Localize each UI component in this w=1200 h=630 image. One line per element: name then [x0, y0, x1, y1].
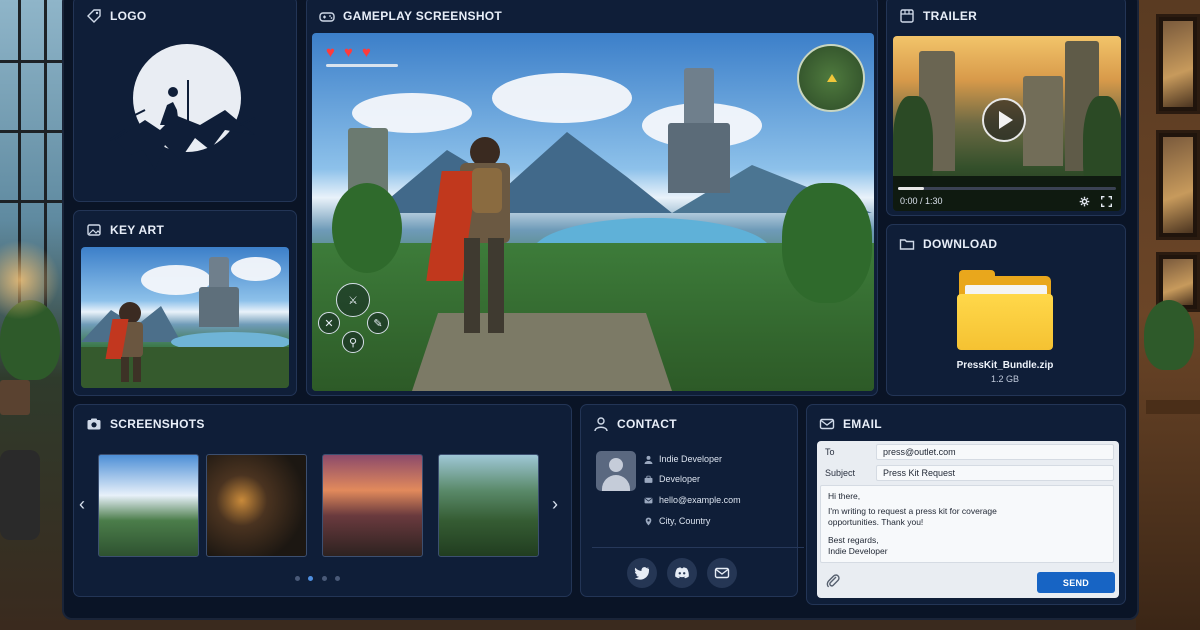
health-bar	[326, 64, 398, 67]
gameplay-panel-title: GAMEPLAY SCREENSHOT	[343, 9, 503, 23]
email-body-line: opportunities. Thank you!	[828, 517, 924, 527]
user-icon	[593, 416, 609, 432]
folder-icon	[899, 236, 915, 252]
play-button[interactable]	[982, 98, 1026, 142]
download-file-size: 1.2 GB	[990, 374, 1019, 384]
email-body-field[interactable]: Hi there, I'm writing to request a press…	[820, 485, 1114, 563]
twitter-icon	[634, 567, 650, 580]
screenshots-panel-title: SCREENSHOTS	[110, 417, 205, 431]
contact-email-row[interactable]: hello@example.com	[644, 495, 741, 505]
pagination-dot-active[interactable]	[308, 576, 313, 581]
attack-skill-button[interactable]: ✕	[318, 312, 340, 334]
logo-panel-title: LOGO	[110, 9, 147, 23]
screenshot-thumbnail[interactable]	[206, 454, 307, 557]
contact-name: Indie Developer	[659, 454, 723, 464]
paperclip-icon[interactable]	[825, 573, 841, 589]
potion-skill-button[interactable]: ⚲	[342, 331, 364, 353]
gear-icon[interactable]	[1079, 196, 1090, 207]
gamepad-icon	[319, 8, 335, 24]
twitter-button[interactable]	[627, 558, 657, 588]
logo-mountain-silhouette	[109, 80, 256, 170]
briefcase-icon	[644, 475, 653, 484]
pagination-dot[interactable]	[322, 576, 327, 581]
screenshots-next-button[interactable]: ›	[552, 494, 558, 515]
video-time: 0:00 / 1:30	[900, 196, 943, 206]
email-body-line: Indie Developer	[828, 546, 888, 556]
screenshot-thumbnail[interactable]	[98, 454, 199, 557]
contact-email[interactable]: hello@example.com	[659, 495, 741, 505]
image-icon	[86, 222, 102, 238]
film-icon	[899, 8, 915, 24]
contact-name-row: Indie Developer	[644, 454, 722, 464]
pagination-dot[interactable]	[335, 576, 340, 581]
mail-icon	[819, 416, 835, 432]
fullscreen-icon[interactable]	[1101, 196, 1112, 207]
player-arrow-icon	[827, 74, 837, 82]
email-subject-label: Subject	[825, 468, 856, 478]
email-share-button[interactable]	[707, 558, 737, 588]
tag-icon	[86, 8, 102, 24]
mail-icon	[644, 496, 653, 505]
play-icon	[999, 111, 1013, 129]
email-subject-field[interactable]: Press Kit Request	[876, 465, 1114, 481]
send-button[interactable]: SEND	[1037, 572, 1115, 593]
dagger-skill-button[interactable]: ✎	[367, 312, 389, 334]
download-file-name[interactable]: PressKit_Bundle.zip	[940, 360, 1070, 371]
screenshot-thumbnail[interactable]	[438, 454, 539, 557]
email-body-line: I'm writing to request a press kit for c…	[828, 506, 997, 516]
download-panel-title: DOWNLOAD	[923, 237, 998, 251]
contact-panel-title: CONTACT	[617, 417, 677, 431]
camera-icon	[86, 416, 102, 432]
heart-icon: ♥	[344, 44, 353, 61]
contact-role-row: Developer	[644, 474, 700, 484]
screenshot-thumbnail[interactable]	[322, 454, 423, 557]
minimap[interactable]	[797, 44, 865, 112]
gameplay-screenshot-image	[312, 33, 874, 391]
email-to-label: To	[825, 447, 835, 457]
email-panel-title: EMAIL	[843, 417, 882, 431]
heart-icon: ♥	[362, 44, 371, 61]
room-background-right	[1136, 0, 1200, 630]
location-pin-icon	[644, 517, 653, 526]
heart-icon: ♥	[326, 44, 335, 61]
sword-skill-button[interactable]: ⚔	[336, 283, 370, 317]
key-art-image	[81, 247, 289, 388]
contact-location-row: City, Country	[644, 516, 710, 526]
discord-icon	[675, 567, 689, 579]
contact-role: Developer	[659, 474, 701, 484]
video-progress-bar[interactable]	[898, 187, 1116, 190]
screenshots-prev-button[interactable]: ‹	[79, 494, 85, 515]
trailer-panel-title: TRAILER	[923, 9, 978, 23]
contact-location: City, Country	[659, 516, 711, 526]
mail-icon	[714, 567, 730, 579]
contact-divider	[592, 547, 804, 548]
user-icon	[644, 455, 653, 464]
key-art-panel-title: KEY ART	[110, 223, 165, 237]
pagination-dot[interactable]	[295, 576, 300, 581]
email-body-line: Hi there,	[828, 491, 861, 501]
discord-button[interactable]	[667, 558, 697, 588]
email-body-line: Best regards,	[828, 535, 879, 545]
email-to-field[interactable]: press@outlet.com	[876, 444, 1114, 460]
video-progress-fill	[898, 187, 925, 190]
avatar	[596, 451, 636, 491]
